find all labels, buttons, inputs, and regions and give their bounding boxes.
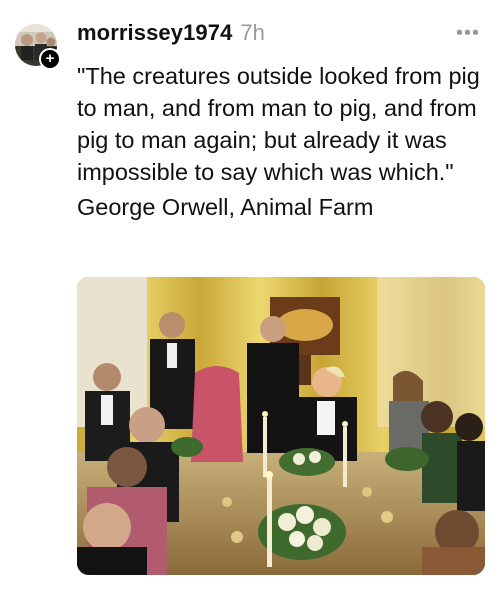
- post-image[interactable]: [77, 277, 485, 575]
- follow-plus-icon[interactable]: +: [39, 48, 61, 70]
- post-header: morrissey1974 7h •••: [77, 20, 480, 54]
- post-attribution: George Orwell, Animal Farm: [77, 194, 374, 220]
- username[interactable]: morrissey1974: [77, 20, 232, 46]
- thread-post: + morrissey1974 7h ••• "The creatures ou…: [0, 0, 500, 590]
- state-dinner-photo: [77, 277, 485, 575]
- avatar-container[interactable]: +: [15, 24, 61, 70]
- post-body: "The creatures outside looked from pig t…: [77, 60, 489, 223]
- ellipsis-icon[interactable]: •••: [456, 22, 480, 45]
- post-quote: "The creatures outside looked from pig t…: [77, 63, 480, 185]
- timestamp: 7h: [240, 20, 265, 45]
